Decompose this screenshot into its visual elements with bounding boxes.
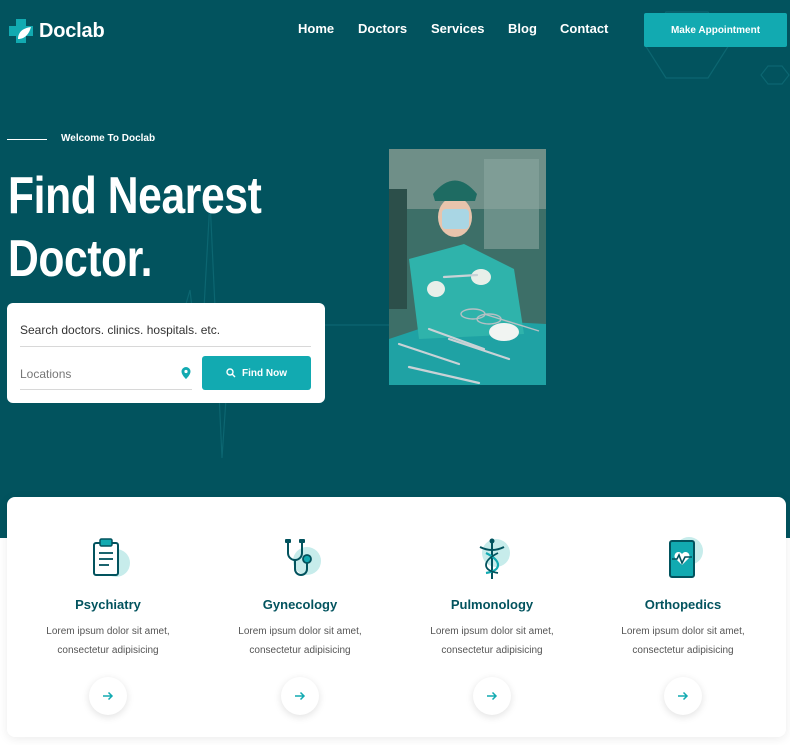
service-card-gynecology: Gynecology Lorem ipsum dolor sit amet, c…: [210, 535, 390, 715]
headline-line-2: Doctor.: [8, 230, 153, 288]
service-arrow-button[interactable]: [281, 677, 319, 715]
location-input[interactable]: [20, 358, 192, 390]
services-section: Psychiatry Lorem ipsum dolor sit amet, c…: [7, 497, 786, 737]
arrow-right-icon: [487, 691, 498, 701]
find-now-button[interactable]: Find Now: [202, 356, 311, 390]
service-desc-line: Lorem ipsum dolor sit amet,: [46, 626, 170, 637]
search-input[interactable]: [20, 313, 311, 347]
service-description: Lorem ipsum dolor sit amet, consectetur …: [18, 622, 198, 660]
nav-doctors[interactable]: Doctors: [358, 21, 407, 36]
nav-home[interactable]: Home: [298, 21, 334, 36]
find-now-label: Find Now: [242, 367, 287, 379]
service-description: Lorem ipsum dolor sit amet, consectetur …: [593, 622, 773, 660]
tablet-heartbeat-icon: [669, 537, 703, 578]
clipboard-icon: [93, 538, 130, 577]
service-title: Orthopedics: [644, 597, 722, 612]
arrow-right-icon: [678, 691, 689, 701]
service-title: Pulmonology: [450, 597, 534, 612]
service-arrow-button[interactable]: [473, 677, 511, 715]
service-description: Lorem ipsum dolor sit amet, consectetur …: [402, 622, 582, 660]
hero-section: Doclab Home Doctors Services Blog Contac…: [0, 0, 790, 538]
caduceus-icon: [479, 538, 510, 579]
service-card-pulmonology: Pulmonology Lorem ipsum dolor sit amet, …: [402, 535, 582, 715]
welcome-text: Welcome To Doclab: [61, 133, 156, 144]
stethoscope-icon: [285, 539, 321, 576]
hero-headline: Find Nearest Doctor.: [8, 165, 262, 291]
service-desc-line: Lorem ipsum dolor sit amet,: [238, 626, 362, 637]
arrow-right-icon: [295, 691, 306, 701]
service-title: Gynecology: [262, 597, 338, 612]
brand-logo[interactable]: Doclab: [7, 17, 105, 45]
nav-blog[interactable]: Blog: [508, 21, 537, 36]
welcome-divider: [7, 139, 47, 140]
service-description: Lorem ipsum dolor sit amet, consectetur …: [210, 622, 390, 660]
service-desc-line: consectetur adipisicing: [632, 645, 734, 656]
service-title: Psychiatry: [75, 597, 141, 612]
nav-contact[interactable]: Contact: [560, 21, 608, 36]
map-pin-icon: [181, 367, 191, 379]
service-arrow-button[interactable]: [89, 677, 127, 715]
service-desc-line: consectetur adipisicing: [441, 645, 543, 656]
search-icon: [226, 368, 236, 378]
service-card-psychiatry: Psychiatry Lorem ipsum dolor sit amet, c…: [18, 535, 198, 715]
nav-services[interactable]: Services: [431, 21, 485, 36]
medical-cross-logo-icon: [9, 19, 33, 43]
service-desc-line: Lorem ipsum dolor sit amet,: [621, 626, 745, 637]
service-card-orthopedics: Orthopedics Lorem ipsum dolor sit amet, …: [593, 535, 773, 715]
search-card: Find Now: [7, 303, 325, 403]
surgeon-photo: [389, 149, 546, 385]
service-desc-line: consectetur adipisicing: [249, 645, 351, 656]
service-desc-line: consectetur adipisicing: [57, 645, 159, 656]
service-desc-line: Lorem ipsum dolor sit amet,: [430, 626, 554, 637]
headline-line-1: Find Nearest: [8, 167, 262, 225]
arrow-right-icon: [103, 691, 114, 701]
brand-name: Doclab: [39, 19, 105, 42]
make-appointment-button[interactable]: Make Appointment: [644, 13, 787, 47]
service-arrow-button[interactable]: [664, 677, 702, 715]
